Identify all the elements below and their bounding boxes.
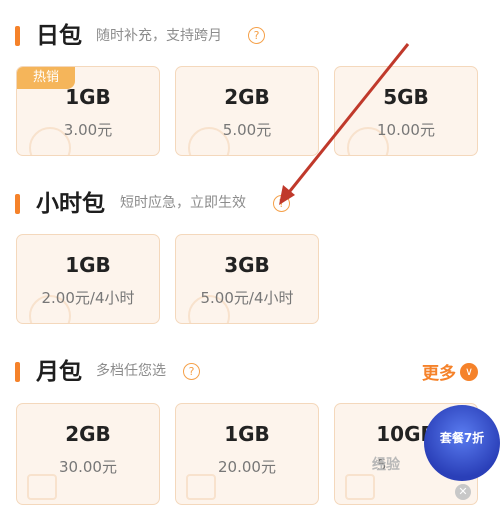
card-price: 10.00元	[377, 121, 435, 139]
calendar-watermark-icon	[186, 474, 216, 500]
question-circle-icon[interactable]: ?	[273, 195, 290, 212]
card-price: 3.00元	[63, 121, 113, 139]
promo-badge[interactable]: 套餐7折	[424, 405, 500, 481]
card-size: 1GB	[65, 253, 111, 277]
hourly-section-header: 小时包 短时应急，立即生效 ?	[0, 186, 500, 222]
card-size: 5GB	[383, 85, 429, 109]
daily-card-1gb[interactable]: 热销 1GB 3.00元	[16, 66, 160, 156]
section-accent-bar	[15, 194, 20, 214]
close-icon[interactable]: ✕	[455, 484, 471, 500]
daily-card-5gb[interactable]: 5GB 10.00元	[334, 66, 478, 156]
monthly-section-subtitle: 多档任您选	[96, 363, 166, 379]
question-circle-icon[interactable]: ?	[183, 363, 200, 380]
daily-section-title: 日包	[36, 23, 82, 49]
calendar-watermark-icon	[345, 474, 375, 500]
daily-section-header: 日包 随时补充，支持跨月 ?	[0, 18, 500, 54]
hourly-card-3gb[interactable]: 3GB 5.00元/4小时	[175, 234, 319, 324]
card-price: 20.00元	[218, 458, 276, 476]
section-accent-bar	[15, 26, 20, 46]
card-price: 2.00元/4小时	[41, 289, 135, 307]
card-size: 1GB	[65, 85, 111, 109]
card-size: 2GB	[224, 85, 270, 109]
section-accent-bar	[15, 362, 20, 382]
card-size: 1GB	[224, 422, 270, 446]
daily-section-subtitle: 随时补充，支持跨月	[96, 28, 222, 44]
more-label: 更多	[422, 364, 456, 384]
daily-card-2gb[interactable]: 2GB 5.00元	[175, 66, 319, 156]
card-price: 30.00元	[59, 458, 117, 476]
card-size: 3GB	[224, 253, 270, 277]
monthly-section-title: 月包	[36, 359, 82, 385]
question-circle-icon[interactable]: ?	[248, 27, 265, 44]
card-price: 5.00元/4小时	[200, 289, 294, 307]
hourly-card-1gb[interactable]: 1GB 2.00元/4小时	[16, 234, 160, 324]
chevron-down-icon: ∨	[460, 362, 478, 381]
hourly-section-subtitle: 短时应急，立即生效	[120, 195, 246, 211]
monthly-card-2gb[interactable]: 2GB 30.00元	[16, 403, 160, 505]
watermark: 经验	[372, 457, 400, 473]
card-price: 5.00元	[222, 121, 272, 139]
promo-label: 套餐7折	[439, 431, 485, 445]
more-button[interactable]: 更多 ∨	[422, 359, 478, 384]
hourly-section-title: 小时包	[36, 191, 105, 217]
calendar-watermark-icon	[27, 474, 57, 500]
monthly-card-1gb[interactable]: 1GB 20.00元	[175, 403, 319, 505]
card-size: 2GB	[65, 422, 111, 446]
